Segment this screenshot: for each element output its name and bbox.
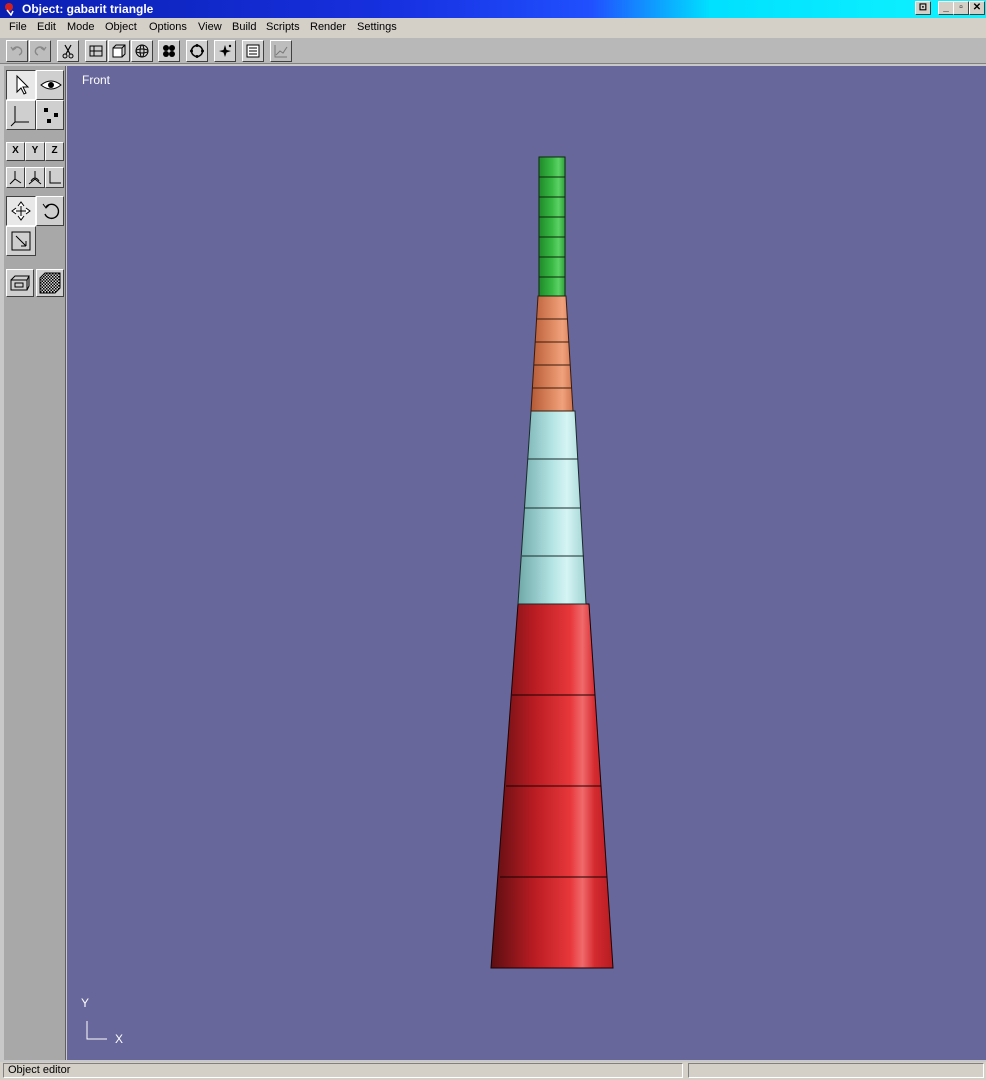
texture-icon xyxy=(39,272,61,294)
toolbar xyxy=(0,38,986,64)
rotate-icon xyxy=(42,203,60,220)
axis-y-label: Y xyxy=(81,996,90,1010)
undo-icon xyxy=(10,46,23,56)
window-title: Object: gabarit triangle xyxy=(22,2,154,16)
tower-bottom-section[interactable] xyxy=(490,603,614,969)
sphere-button[interactable] xyxy=(131,40,153,62)
scale-icon xyxy=(11,231,31,251)
menu-mode[interactable]: Mode xyxy=(67,21,95,33)
sphere-icon xyxy=(135,44,149,58)
axis-z-toggle[interactable]: Z xyxy=(45,142,64,161)
axis-y-toggle[interactable]: Y xyxy=(25,142,45,161)
world-axis-button[interactable] xyxy=(45,167,64,188)
3d-viewport[interactable]: Front Y X xyxy=(67,66,986,1060)
chart-button[interactable] xyxy=(270,40,292,62)
menu-scripts[interactable]: Scripts xyxy=(266,21,300,33)
box-view-icon xyxy=(89,45,103,57)
menu-render[interactable]: Render xyxy=(310,21,346,33)
redo-icon xyxy=(34,46,47,56)
loop-button[interactable] xyxy=(186,40,208,62)
app-icon xyxy=(5,3,14,16)
cube-button[interactable] xyxy=(108,40,130,62)
local-axis-button[interactable] xyxy=(6,167,25,188)
maximize-button[interactable]: ▫ xyxy=(953,1,969,15)
axes-icon xyxy=(10,106,29,127)
status-text: Object editor xyxy=(3,1063,683,1078)
undo-button[interactable] xyxy=(6,40,28,62)
status-panel xyxy=(688,1063,984,1078)
tower-top-section[interactable] xyxy=(538,156,566,297)
axis-tool-button[interactable] xyxy=(6,100,36,130)
menu-view[interactable]: View xyxy=(198,21,222,33)
redo-button[interactable] xyxy=(29,40,51,62)
sparkle-button[interactable] xyxy=(214,40,236,62)
menu-bar: File Edit Mode Object Options View Build… xyxy=(0,18,986,38)
tower-lower-middle-section[interactable] xyxy=(517,410,587,605)
minimize-button[interactable]: _ xyxy=(938,1,954,15)
scale-tool-button[interactable] xyxy=(6,226,36,256)
menu-build[interactable]: Build xyxy=(232,21,256,33)
title-bar: Object: gabarit triangle ⊡ _ ▫ ✕ xyxy=(0,0,986,18)
list-button[interactable] xyxy=(242,40,264,62)
texture-mode-button[interactable] xyxy=(36,269,64,297)
axis-gizmo-icon xyxy=(86,1021,107,1040)
move-tool-button[interactable] xyxy=(6,196,36,226)
world-axis-icon xyxy=(49,171,61,184)
points-tool-button[interactable] xyxy=(36,100,64,130)
arrow-pointer-icon xyxy=(16,74,30,95)
menu-object[interactable]: Object xyxy=(105,21,137,33)
axis-z-toggle-label: Z xyxy=(51,145,58,156)
menu-settings[interactable]: Settings xyxy=(357,21,397,33)
chart-icon xyxy=(274,45,288,58)
tower-model[interactable] xyxy=(67,66,986,1060)
move-icon xyxy=(11,201,31,221)
loop-icon xyxy=(190,44,204,58)
cut-button[interactable] xyxy=(57,40,79,62)
close-button[interactable]: ✕ xyxy=(969,1,985,15)
tower-upper-middle-section[interactable] xyxy=(530,295,574,412)
polygon-icon xyxy=(10,275,30,291)
menu-file[interactable]: File xyxy=(9,21,27,33)
cube-icon xyxy=(112,44,126,58)
tool-palette: X Y Z xyxy=(4,66,66,1060)
object-axis-button[interactable] xyxy=(25,167,45,188)
rotate-tool-button[interactable] xyxy=(36,196,64,226)
dots-icon xyxy=(44,108,58,123)
polygon-mode-button[interactable] xyxy=(6,269,34,297)
select-tool-button[interactable] xyxy=(6,70,36,100)
points-button[interactable] xyxy=(158,40,180,62)
axis-x-label: X xyxy=(115,1032,124,1046)
object-axis-icon xyxy=(28,171,42,185)
axis-y-toggle-label: Y xyxy=(31,145,39,156)
menu-options[interactable]: Options xyxy=(149,21,187,33)
eye-icon xyxy=(40,80,62,90)
cut-icon xyxy=(62,44,74,59)
menu-edit[interactable]: Edit xyxy=(37,21,56,33)
local-axis-icon xyxy=(9,171,22,185)
axis-x-toggle[interactable]: X xyxy=(6,142,25,161)
restore-tab-button[interactable]: ⊡ xyxy=(915,1,931,15)
axis-x-toggle-label: X xyxy=(12,145,19,156)
view-tool-button[interactable] xyxy=(36,70,64,100)
list-icon xyxy=(246,44,260,58)
points-icon xyxy=(163,45,175,57)
sparkle-icon xyxy=(219,44,232,57)
box-view-button[interactable] xyxy=(85,40,107,62)
status-bar: Object editor xyxy=(0,1062,986,1080)
